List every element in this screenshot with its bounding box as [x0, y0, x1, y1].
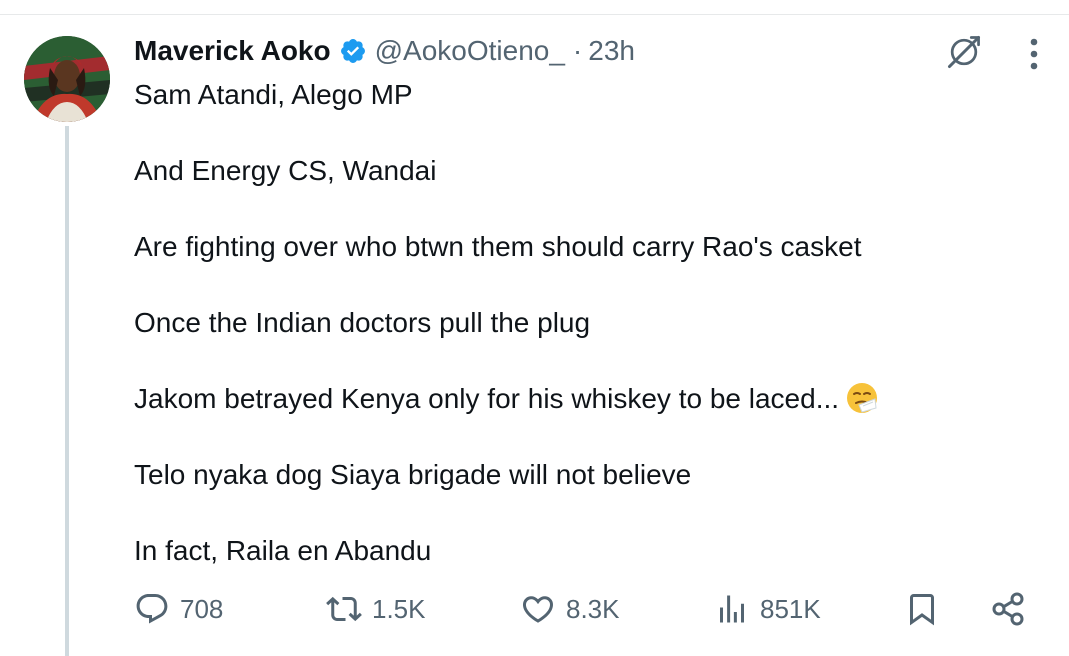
retweet-button[interactable]: 1.5K — [326, 586, 426, 632]
author-name[interactable]: Maverick Aoko — [134, 35, 331, 67]
verified-badge-icon — [339, 37, 367, 65]
reply-button[interactable]: 708 — [134, 586, 223, 632]
reply-icon — [136, 594, 168, 624]
tweet-line-with-emoji: Jakom betrayed Kenya only for his whiske… — [134, 380, 879, 418]
views-chart-icon — [720, 595, 744, 623]
reply-count: 708 — [180, 593, 224, 624]
action-bar: 708 1.5K 8.3K 851K — [134, 586, 1034, 632]
retweet-icon — [326, 596, 362, 622]
sneezing-face-emoji-icon — [845, 381, 879, 415]
like-button[interactable]: 8.3K — [520, 586, 620, 632]
tweet-time[interactable]: 23h — [588, 35, 635, 67]
bookmark-button[interactable] — [904, 586, 940, 632]
like-count: 8.3K — [566, 593, 620, 624]
tweet-line: Telo nyaka dog Siaya brigade will not be… — [134, 459, 692, 490]
tweet-line: And Energy CS, Wandai — [134, 155, 437, 186]
author-handle[interactable]: @AokoOtieno_ — [375, 35, 565, 67]
separator-dot: · — [572, 35, 583, 66]
bookmark-icon — [910, 594, 934, 626]
top-divider — [0, 14, 1069, 15]
tweet-line: Are fighting over who btwn them should c… — [134, 231, 862, 262]
tweet-line: In fact, Raila en Abandu — [134, 535, 432, 566]
avatar[interactable] — [24, 36, 110, 122]
avatar-image — [24, 36, 110, 122]
thread-line — [65, 126, 69, 656]
share-icon — [992, 592, 1024, 626]
retweet-count: 1.5K — [372, 593, 426, 624]
tweet-line: Sam Atandi, Alego MP — [134, 79, 413, 110]
tweet-header: Maverick Aoko @AokoOtieno_ · 23h — [134, 30, 635, 72]
views-button[interactable]: 851K — [714, 586, 821, 632]
heart-icon — [522, 596, 554, 623]
tweet-line: Jakom betrayed Kenya only for his whiske… — [134, 383, 840, 414]
more-options-icon[interactable] — [1016, 34, 1052, 74]
tweet-line: Once the Indian doctors pull the plug — [134, 307, 591, 338]
share-button[interactable] — [990, 586, 1026, 632]
grok-icon[interactable] — [942, 30, 986, 74]
views-count: 851K — [760, 593, 821, 624]
